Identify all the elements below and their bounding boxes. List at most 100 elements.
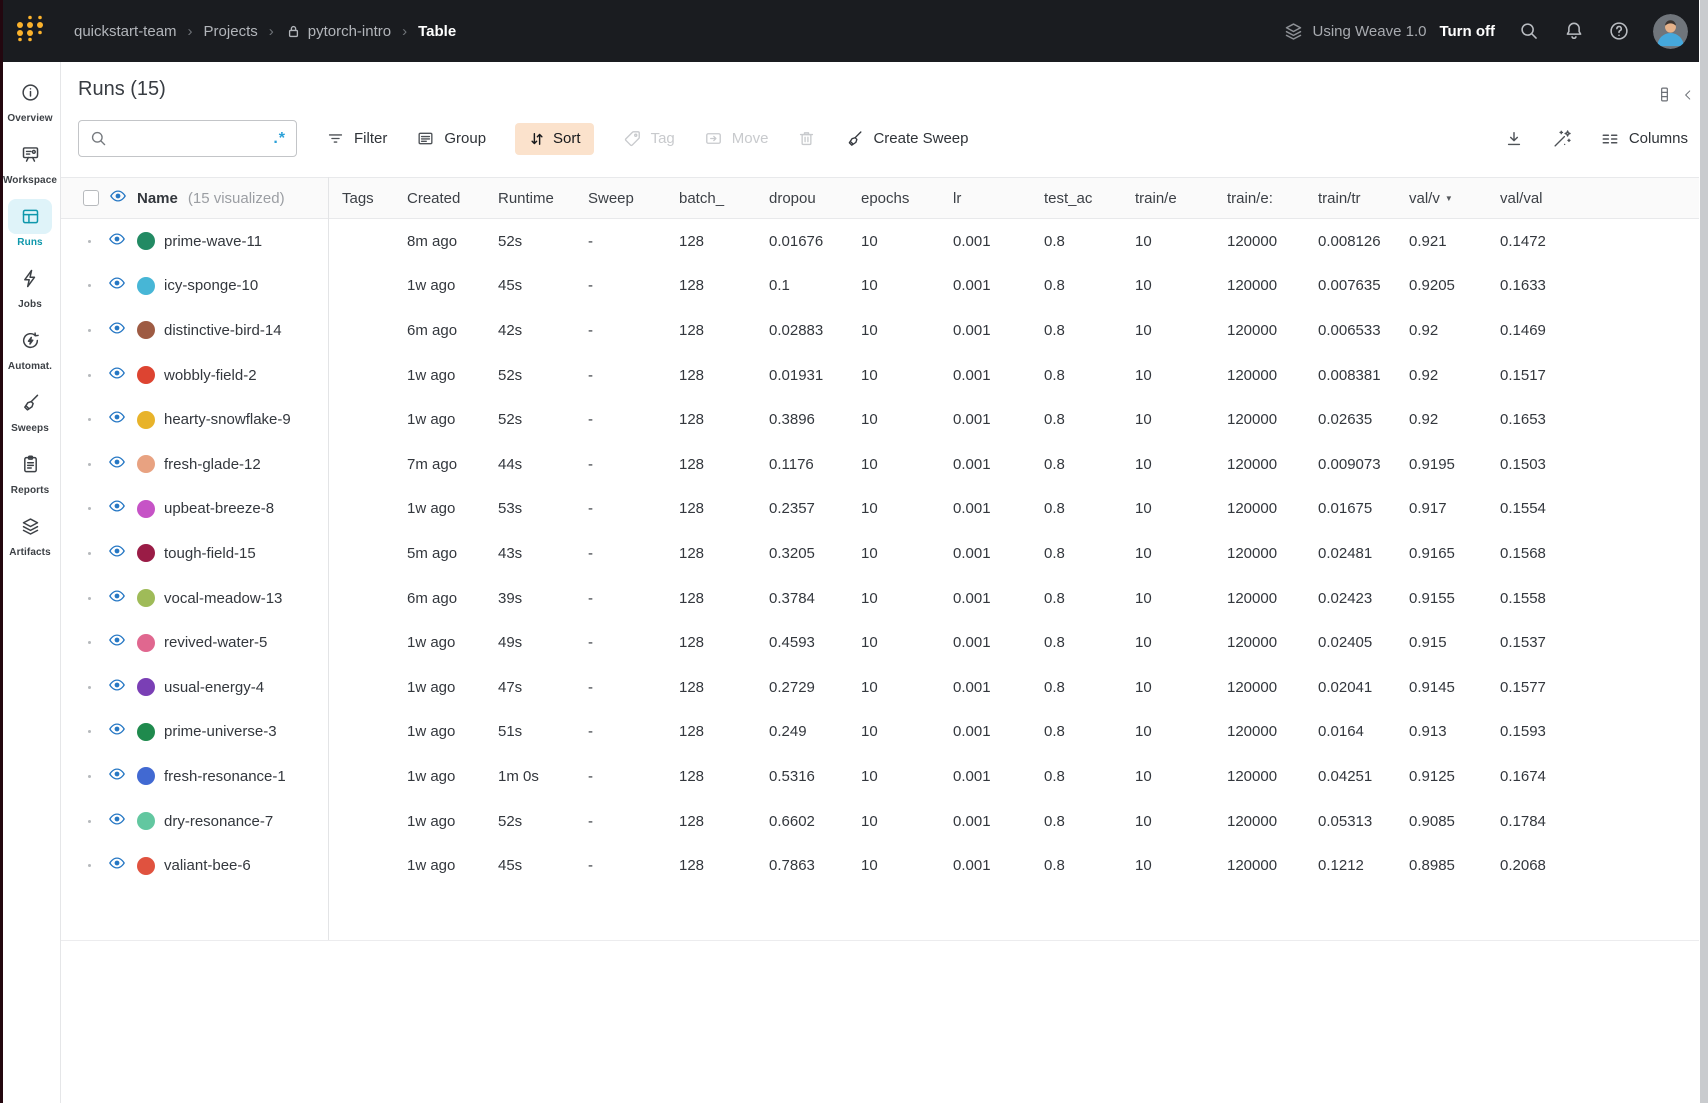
visibility-eye-icon[interactable]: [108, 410, 126, 429]
visibility-eye-icon[interactable]: [109, 189, 127, 208]
tag-button[interactable]: Tag: [623, 129, 675, 148]
wandb-logo[interactable]: [14, 13, 48, 49]
table-panel-icon[interactable]: [1656, 84, 1673, 105]
columns-button[interactable]: Columns: [1600, 129, 1688, 149]
sort-button[interactable]: Sort: [515, 123, 594, 155]
run-name-link[interactable]: hearty-snowflake-9: [164, 411, 291, 428]
drag-handle[interactable]: [88, 730, 91, 733]
run-name-link[interactable]: prime-universe-3: [164, 723, 277, 740]
collapse-chevron-left-icon[interactable]: [1681, 88, 1695, 102]
visibility-eye-icon[interactable]: [108, 455, 126, 474]
column-header-train-e[interactable]: train/e: [1135, 190, 1227, 207]
drag-handle[interactable]: [88, 463, 91, 466]
breadcrumb-team[interactable]: quickstart-team: [74, 23, 177, 40]
group-button[interactable]: Group: [416, 129, 486, 148]
column-header-dropou[interactable]: dropou: [769, 190, 861, 207]
run-name-link[interactable]: valiant-bee-6: [164, 857, 251, 874]
run-color-dot[interactable]: [137, 857, 155, 875]
run-name-link[interactable]: dry-resonance-7: [164, 813, 273, 830]
name-column-divider[interactable]: [328, 177, 329, 940]
run-name-link[interactable]: revived-water-5: [164, 634, 267, 651]
run-color-dot[interactable]: [137, 232, 155, 250]
breadcrumb-project[interactable]: pytorch-intro: [308, 23, 391, 40]
sidebar-item-overview[interactable]: Overview: [1, 75, 59, 124]
vertical-scrollbar[interactable]: [1699, 0, 1708, 1103]
run-color-dot[interactable]: [137, 500, 155, 518]
run-color-dot[interactable]: [137, 321, 155, 339]
column-header-batch-[interactable]: batch_: [679, 190, 769, 207]
sidebar-item-automat[interactable]: Automat.: [1, 323, 59, 372]
visibility-eye-icon[interactable]: [108, 722, 126, 741]
visibility-eye-icon[interactable]: [108, 544, 126, 563]
run-color-dot[interactable]: [137, 277, 155, 295]
run-color-dot[interactable]: [137, 767, 155, 785]
breadcrumb-projects[interactable]: Projects: [204, 23, 258, 40]
visibility-eye-icon[interactable]: [108, 321, 126, 340]
download-icon[interactable]: [1504, 129, 1524, 149]
run-color-dot[interactable]: [137, 366, 155, 384]
run-name-link[interactable]: fresh-resonance-1: [164, 768, 286, 785]
column-header-sweep[interactable]: Sweep: [588, 190, 679, 207]
regex-toggle[interactable]: .*: [273, 130, 286, 148]
drag-handle[interactable]: [88, 820, 91, 823]
run-color-dot[interactable]: [137, 678, 155, 696]
drag-handle[interactable]: [88, 329, 91, 332]
sidebar-item-jobs[interactable]: Jobs: [1, 261, 59, 310]
run-name-link[interactable]: fresh-glade-12: [164, 456, 261, 473]
visibility-eye-icon[interactable]: [108, 499, 126, 518]
sidebar-item-workspace[interactable]: Workspace: [1, 137, 59, 186]
column-header-train-tr[interactable]: train/tr: [1318, 190, 1409, 207]
drag-handle[interactable]: [88, 775, 91, 778]
run-name-link[interactable]: prime-wave-11: [164, 233, 262, 250]
column-header-runtime[interactable]: Runtime: [498, 190, 588, 207]
column-header-test-ac[interactable]: test_ac: [1044, 190, 1135, 207]
visibility-eye-icon[interactable]: [108, 856, 126, 875]
sidebar-item-reports[interactable]: Reports: [1, 447, 59, 496]
column-header-val-val[interactable]: val/val: [1500, 190, 1700, 207]
visibility-eye-icon[interactable]: [108, 589, 126, 608]
visibility-eye-icon[interactable]: [108, 366, 126, 385]
run-name-link[interactable]: upbeat-breeze-8: [164, 500, 274, 517]
drag-handle[interactable]: [88, 864, 91, 867]
visibility-eye-icon[interactable]: [108, 633, 126, 652]
run-color-dot[interactable]: [137, 411, 155, 429]
run-name-link[interactable]: tough-field-15: [164, 545, 256, 562]
run-color-dot[interactable]: [137, 723, 155, 741]
visibility-eye-icon[interactable]: [108, 678, 126, 697]
column-header-created[interactable]: Created: [407, 190, 498, 207]
filter-button[interactable]: Filter: [326, 129, 387, 148]
run-color-dot[interactable]: [137, 589, 155, 607]
run-color-dot[interactable]: [137, 812, 155, 830]
visibility-eye-icon[interactable]: [108, 232, 126, 251]
drag-handle[interactable]: [88, 418, 91, 421]
run-name-link[interactable]: distinctive-bird-14: [164, 322, 282, 339]
drag-handle[interactable]: [88, 240, 91, 243]
drag-handle[interactable]: [88, 597, 91, 600]
sidebar-item-artifacts[interactable]: Artifacts: [1, 509, 59, 558]
drag-handle[interactable]: [88, 552, 91, 555]
move-button[interactable]: Move: [704, 129, 769, 148]
delete-button[interactable]: [797, 129, 816, 148]
name-header-label[interactable]: Name: [137, 190, 178, 207]
column-header-val-v[interactable]: val/v▼: [1409, 190, 1500, 207]
column-header-tags[interactable]: Tags: [342, 190, 407, 207]
drag-handle[interactable]: [88, 686, 91, 689]
run-name-link[interactable]: wobbly-field-2: [164, 367, 257, 384]
help-icon[interactable]: [1608, 20, 1630, 42]
magic-wand-icon[interactable]: [1551, 128, 1573, 150]
column-header-epochs[interactable]: epochs: [861, 190, 953, 207]
select-all-checkbox[interactable]: [83, 190, 99, 206]
drag-handle[interactable]: [88, 641, 91, 644]
search-input[interactable]: [115, 130, 266, 148]
column-header-lr[interactable]: lr: [953, 190, 1044, 207]
search-icon[interactable]: [1518, 20, 1540, 42]
user-avatar[interactable]: [1653, 14, 1688, 49]
visibility-eye-icon[interactable]: [108, 276, 126, 295]
visibility-eye-icon[interactable]: [108, 812, 126, 831]
run-name-link[interactable]: vocal-meadow-13: [164, 590, 282, 607]
run-name-link[interactable]: usual-energy-4: [164, 679, 264, 696]
visibility-eye-icon[interactable]: [108, 767, 126, 786]
run-name-link[interactable]: icy-sponge-10: [164, 277, 258, 294]
notifications-bell-icon[interactable]: [1563, 20, 1585, 42]
drag-handle[interactable]: [88, 284, 91, 287]
